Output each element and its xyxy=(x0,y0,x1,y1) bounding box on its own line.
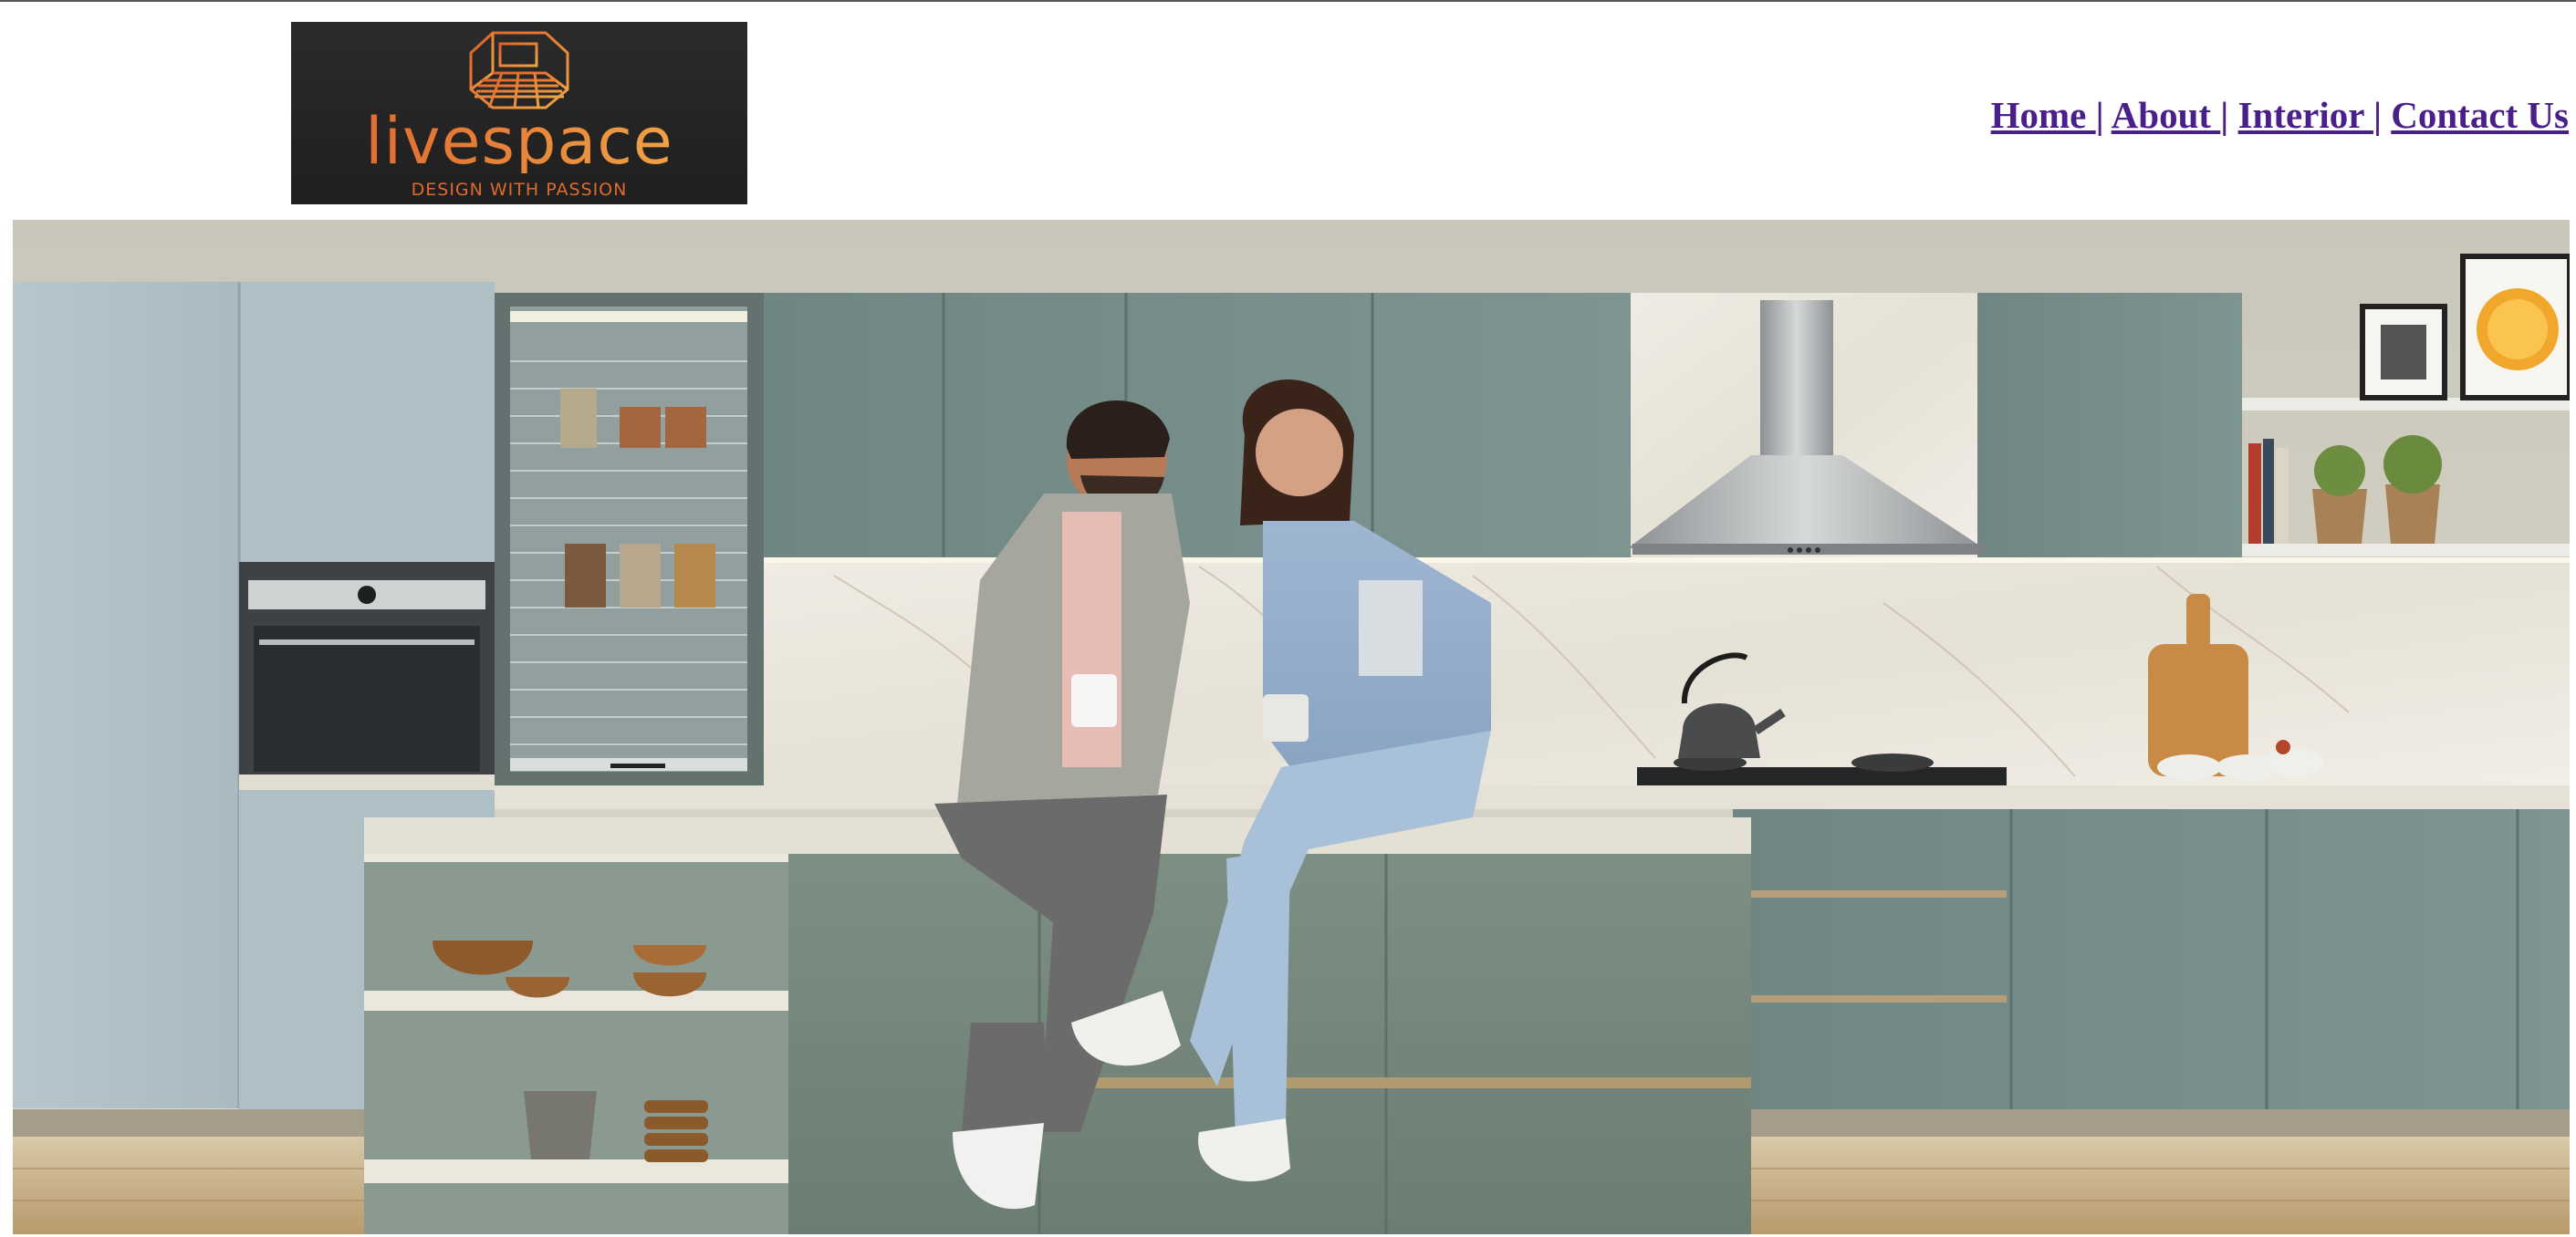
nav-link-home[interactable]: Home xyxy=(1991,94,2096,136)
kitchen-hero-image xyxy=(13,220,2570,1234)
logo-wordmark: livespace xyxy=(291,109,747,173)
nav-link-contact-us[interactable]: Contact Us xyxy=(2391,94,2569,136)
cube-logo-icon xyxy=(469,31,569,109)
hero-banner xyxy=(13,220,2570,1234)
logo-tagline: DESIGN WITH PASSION xyxy=(411,180,628,200)
nav-link-about[interactable]: About xyxy=(2112,94,2221,136)
logo[interactable]: livespace DESIGN WITH PASSION xyxy=(291,22,747,204)
page: livespace DESIGN WITH PASSION Home | Abo… xyxy=(0,0,2576,1237)
nav-separator: | xyxy=(2095,94,2104,136)
nav-separator: | xyxy=(2220,94,2229,136)
main-nav: Home | About | Interior | Contact Us xyxy=(1991,93,2569,137)
nav-separator: | xyxy=(2373,94,2383,136)
nav-link-interior[interactable]: Interior xyxy=(2238,94,2373,136)
